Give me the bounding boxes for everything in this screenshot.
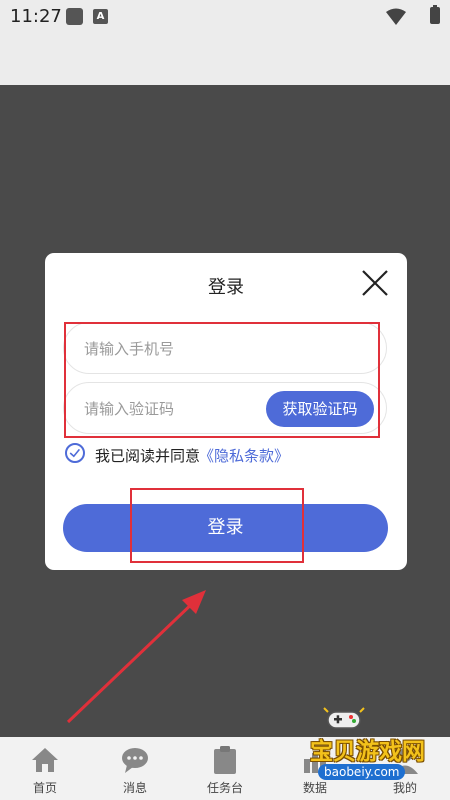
nav-label: 消息	[122, 781, 147, 795]
nav-item-messages[interactable]: 消息	[90, 737, 180, 800]
nav-label: 任务台	[206, 781, 243, 795]
nav-item-home[interactable]: 首页	[0, 737, 90, 800]
clipboard-icon	[214, 746, 236, 774]
chat-icon	[122, 748, 148, 773]
watermark-url: baobeiy.com	[318, 764, 406, 780]
annotation-arrow	[66, 590, 206, 724]
nav-item-tasks[interactable]: 任务台	[180, 737, 270, 800]
home-icon	[32, 748, 58, 772]
watermark: 宝贝游戏网 baobeiy.com	[300, 704, 450, 800]
watermark-text: 宝贝游戏网	[310, 739, 425, 765]
gamepad-logo-icon	[323, 707, 365, 729]
nav-label: 首页	[32, 781, 57, 795]
